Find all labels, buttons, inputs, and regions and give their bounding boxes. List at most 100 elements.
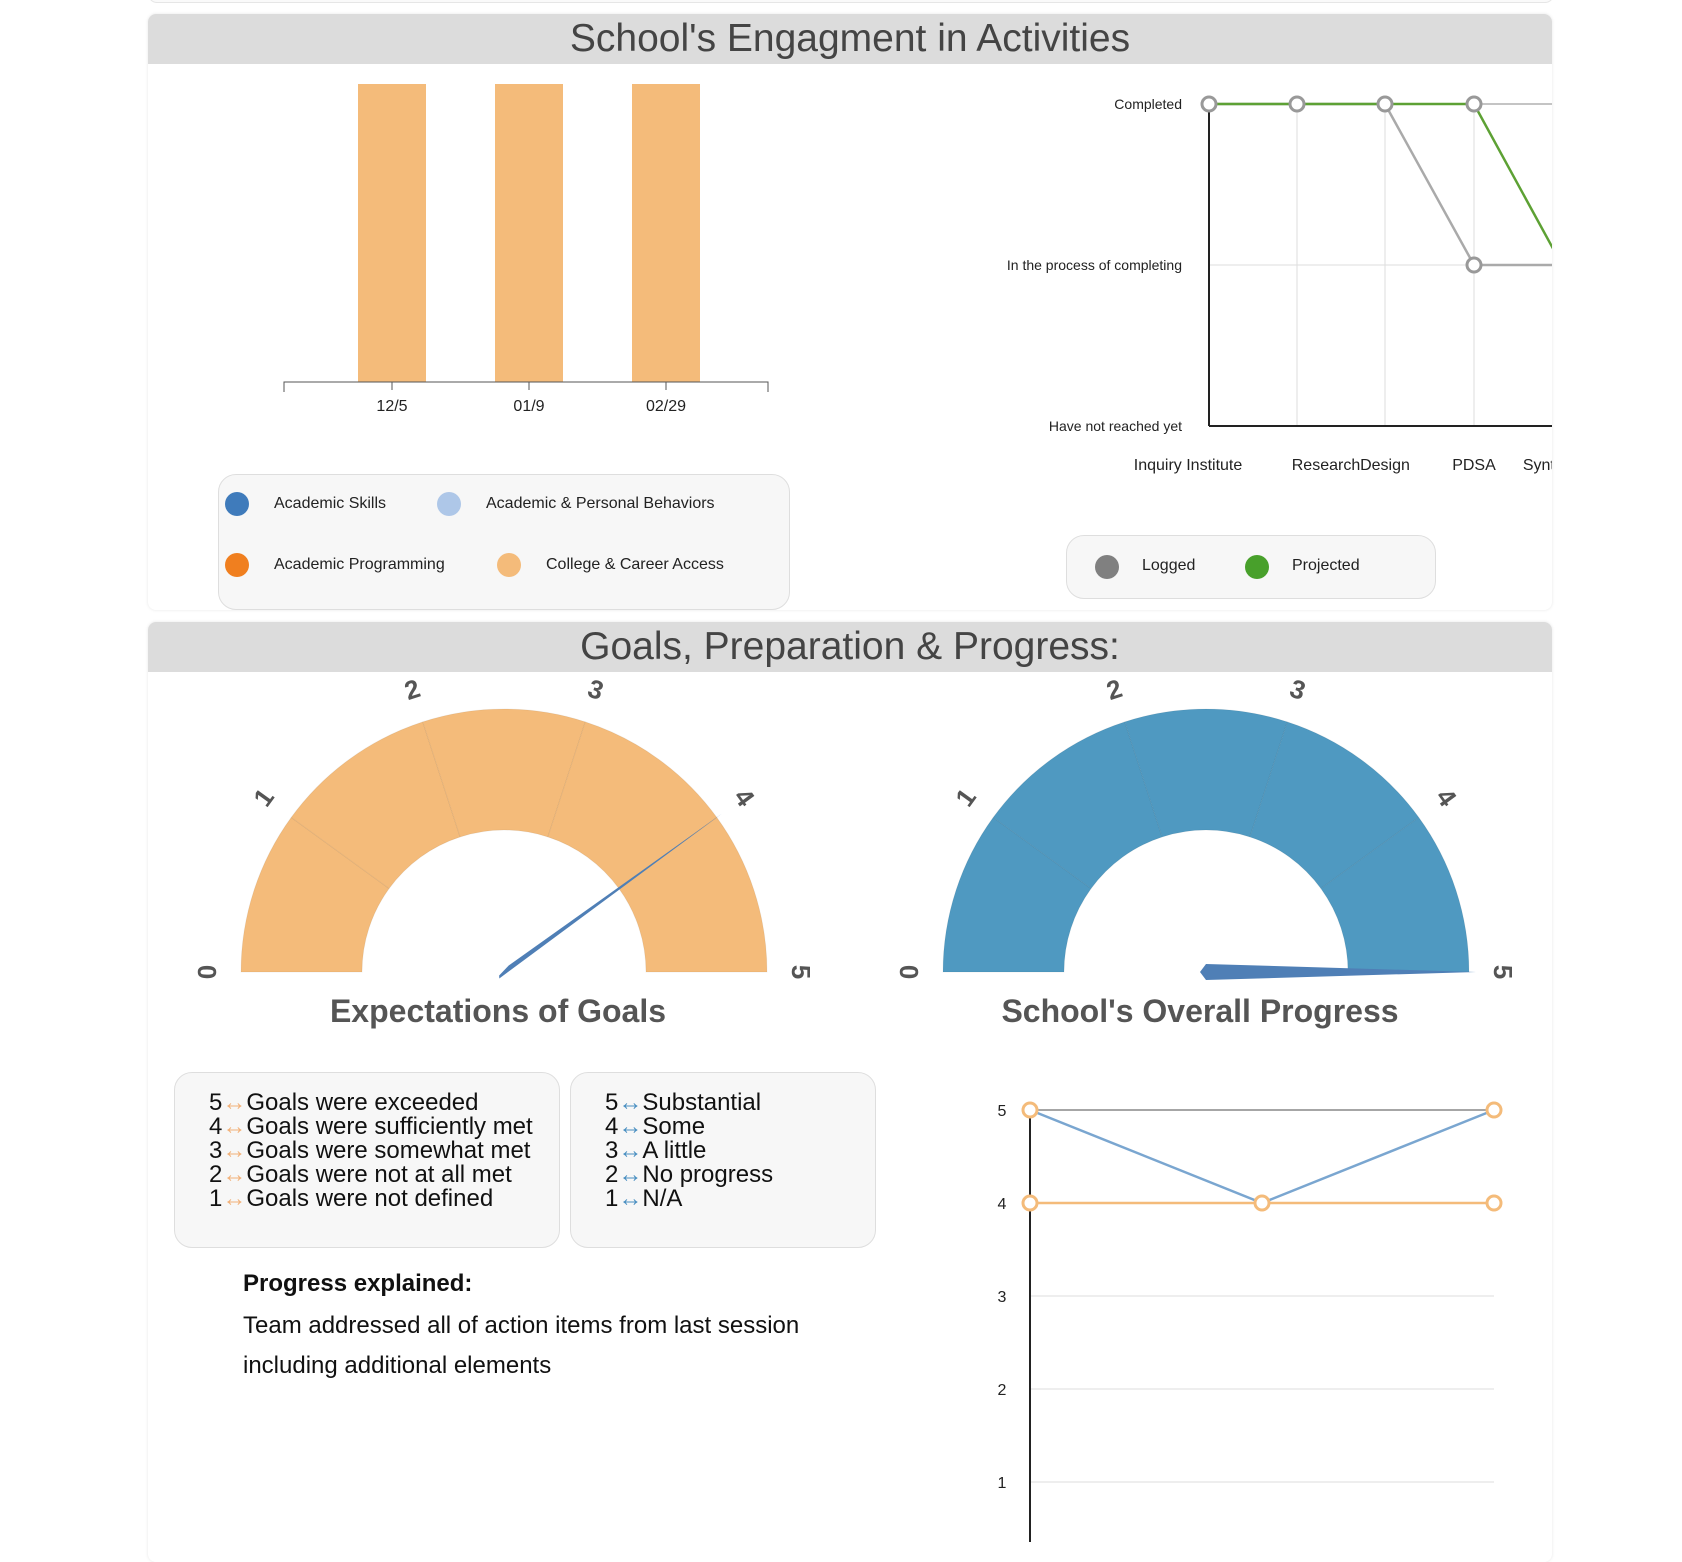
x-tick-label: 02/29 xyxy=(646,398,686,415)
y-tick-label: 2 xyxy=(998,1382,1007,1399)
gauge-tick-label: 5 xyxy=(1488,965,1518,979)
scale-item: 4↔Goals were sufficiently met xyxy=(209,1115,533,1139)
goals-scale-legend: 5↔Goals were exceeded 4↔Goals were suffic… xyxy=(174,1072,560,1248)
y-tick-label: Have not reached yet xyxy=(1049,418,1182,434)
gauge-tick-label: 4 xyxy=(1430,783,1463,813)
scale-item: 3↔Goals were somewhat met xyxy=(209,1139,533,1163)
series-line xyxy=(1029,1108,1495,1205)
bar xyxy=(632,84,700,382)
scale-item: 2↔Goals were not at all met xyxy=(209,1163,533,1187)
y-tick-label: 5 xyxy=(998,1103,1007,1120)
data-point xyxy=(1485,1194,1503,1212)
gauge-tick-label: 4 xyxy=(728,783,761,813)
legend-label-logged: Logged xyxy=(1142,557,1196,574)
legend-dot-icon xyxy=(1245,555,1269,579)
scale-item: 5↔Substantial xyxy=(605,1091,773,1115)
scale-arrow-icon: ↔ xyxy=(618,1185,643,1212)
gauge-tick-label: 0 xyxy=(894,965,924,979)
goals-header: Goals, Preparation & Progress: xyxy=(148,622,1552,672)
bar xyxy=(495,84,563,382)
expectations-gauge: 0 1 2 3 4 5 xyxy=(192,673,816,979)
gauge-tick-label: 0 xyxy=(192,965,222,979)
gauge-tick-label: 5 xyxy=(786,965,816,979)
scale-text: Goals were exceeded xyxy=(246,1089,479,1116)
y-tick-label: Completed xyxy=(1114,96,1182,112)
scale-number: 1 xyxy=(209,1185,223,1212)
y-tick-label: 1 xyxy=(998,1475,1007,1492)
scale-text: Goals were somewhat met xyxy=(246,1137,531,1164)
data-point xyxy=(1288,95,1306,113)
scale-number: 4 xyxy=(605,1113,619,1140)
legend-dot-icon xyxy=(497,553,521,577)
scale-number: 4 xyxy=(209,1113,223,1140)
data-point xyxy=(1485,1101,1503,1119)
data-point xyxy=(1200,95,1218,113)
scale-text: No progress xyxy=(642,1161,774,1188)
scale-number: 1 xyxy=(605,1185,619,1212)
scale-arrow-icon: ↔ xyxy=(222,1089,247,1116)
scale-item: 4↔Some xyxy=(605,1115,773,1139)
scale-item: 1↔Goals were not defined xyxy=(209,1187,533,1211)
scale-text: N/A xyxy=(642,1185,683,1212)
scale-arrow-icon: ↔ xyxy=(222,1185,247,1212)
x-tick-label: Design xyxy=(1360,457,1410,474)
x-axis-line xyxy=(283,381,769,392)
y-tick-label: 4 xyxy=(998,1196,1007,1213)
gauge-tick-label: 3 xyxy=(584,673,607,706)
y-tick-label: 3 xyxy=(998,1289,1007,1306)
scale-text: Some xyxy=(642,1113,706,1140)
scale-number: 5 xyxy=(209,1089,223,1116)
x-tick-label: 12/5 xyxy=(376,398,407,415)
legend-dot-icon xyxy=(1095,555,1119,579)
scale-text: Goals were not at all met xyxy=(246,1161,512,1188)
previous-panel-edge xyxy=(148,0,1554,3)
data-point xyxy=(1376,95,1394,113)
scale-text: Substantial xyxy=(642,1089,762,1116)
scale-item: 1↔N/A xyxy=(605,1187,773,1211)
progress-scale-legend: 5↔Substantial 4↔Some 3↔A little 2↔No progre… xyxy=(570,1072,876,1248)
scale-arrow-icon: ↔ xyxy=(222,1161,247,1188)
progress-gauge-title: School's Overall Progress xyxy=(1001,993,1399,1029)
x-tick-label: PDSA xyxy=(1452,457,1496,474)
x-tick-label: Research xyxy=(1292,457,1360,474)
legend-label-projected: Projected xyxy=(1292,557,1360,574)
scale-number: 2 xyxy=(209,1161,223,1188)
progress-explained-heading: Progress explained: xyxy=(243,1270,473,1297)
data-point xyxy=(1465,256,1483,274)
scale-arrow-icon: ↔ xyxy=(618,1089,643,1116)
gauge-tick-label: 2 xyxy=(1103,673,1126,706)
scale-text: Goals were not defined xyxy=(246,1185,494,1212)
gauge-tick-label: 1 xyxy=(247,783,280,812)
engagement-bar-chart: 12/5 01/9 02/29 xyxy=(283,84,769,415)
x-tick-label: Synthesize xyxy=(1523,457,1552,474)
engagement-panel: School's Engagment in Activities 12/5 01/… xyxy=(148,14,1552,610)
data-point xyxy=(1021,1101,1039,1119)
legend-dot-icon xyxy=(437,492,461,516)
line-chart-legend: Logged Projected xyxy=(1066,535,1436,599)
data-point xyxy=(1253,1194,1271,1212)
scale-number: 3 xyxy=(605,1137,619,1164)
scale-arrow-icon: ↔ xyxy=(222,1113,247,1140)
scale-number: 5 xyxy=(605,1089,619,1116)
progress-explained-text: Team addressed all of action items from … xyxy=(243,1312,800,1379)
y-tick-label: In the process of completing xyxy=(1007,257,1182,273)
scale-arrow-icon: ↔ xyxy=(618,1137,643,1164)
legend-dot-icon xyxy=(225,553,249,577)
gauge-tick-label: 2 xyxy=(401,673,424,706)
scale-number: 2 xyxy=(605,1161,619,1188)
scale-item: 5↔Goals were exceeded xyxy=(209,1091,533,1115)
scale-arrow-icon: ↔ xyxy=(618,1161,643,1188)
bar xyxy=(358,84,426,382)
gauge-tick-label: 3 xyxy=(1286,673,1309,706)
data-point xyxy=(1021,1194,1039,1212)
engagement-line-chart: Have not reached yet In the process of co… xyxy=(1007,95,1552,474)
scale-item: 2↔No progress xyxy=(605,1163,773,1187)
series-line xyxy=(1209,102,1552,250)
data-point xyxy=(1465,95,1483,113)
scale-text: A little xyxy=(642,1137,707,1164)
scale-item: 3↔A little xyxy=(605,1139,773,1163)
x-tick-label: 01/9 xyxy=(513,398,544,415)
scale-number: 3 xyxy=(209,1137,223,1164)
bar-chart-legend: Academic Skills Academic & Personal Beha… xyxy=(218,474,790,610)
x-tick-label: Inquiry Institute xyxy=(1134,457,1243,474)
